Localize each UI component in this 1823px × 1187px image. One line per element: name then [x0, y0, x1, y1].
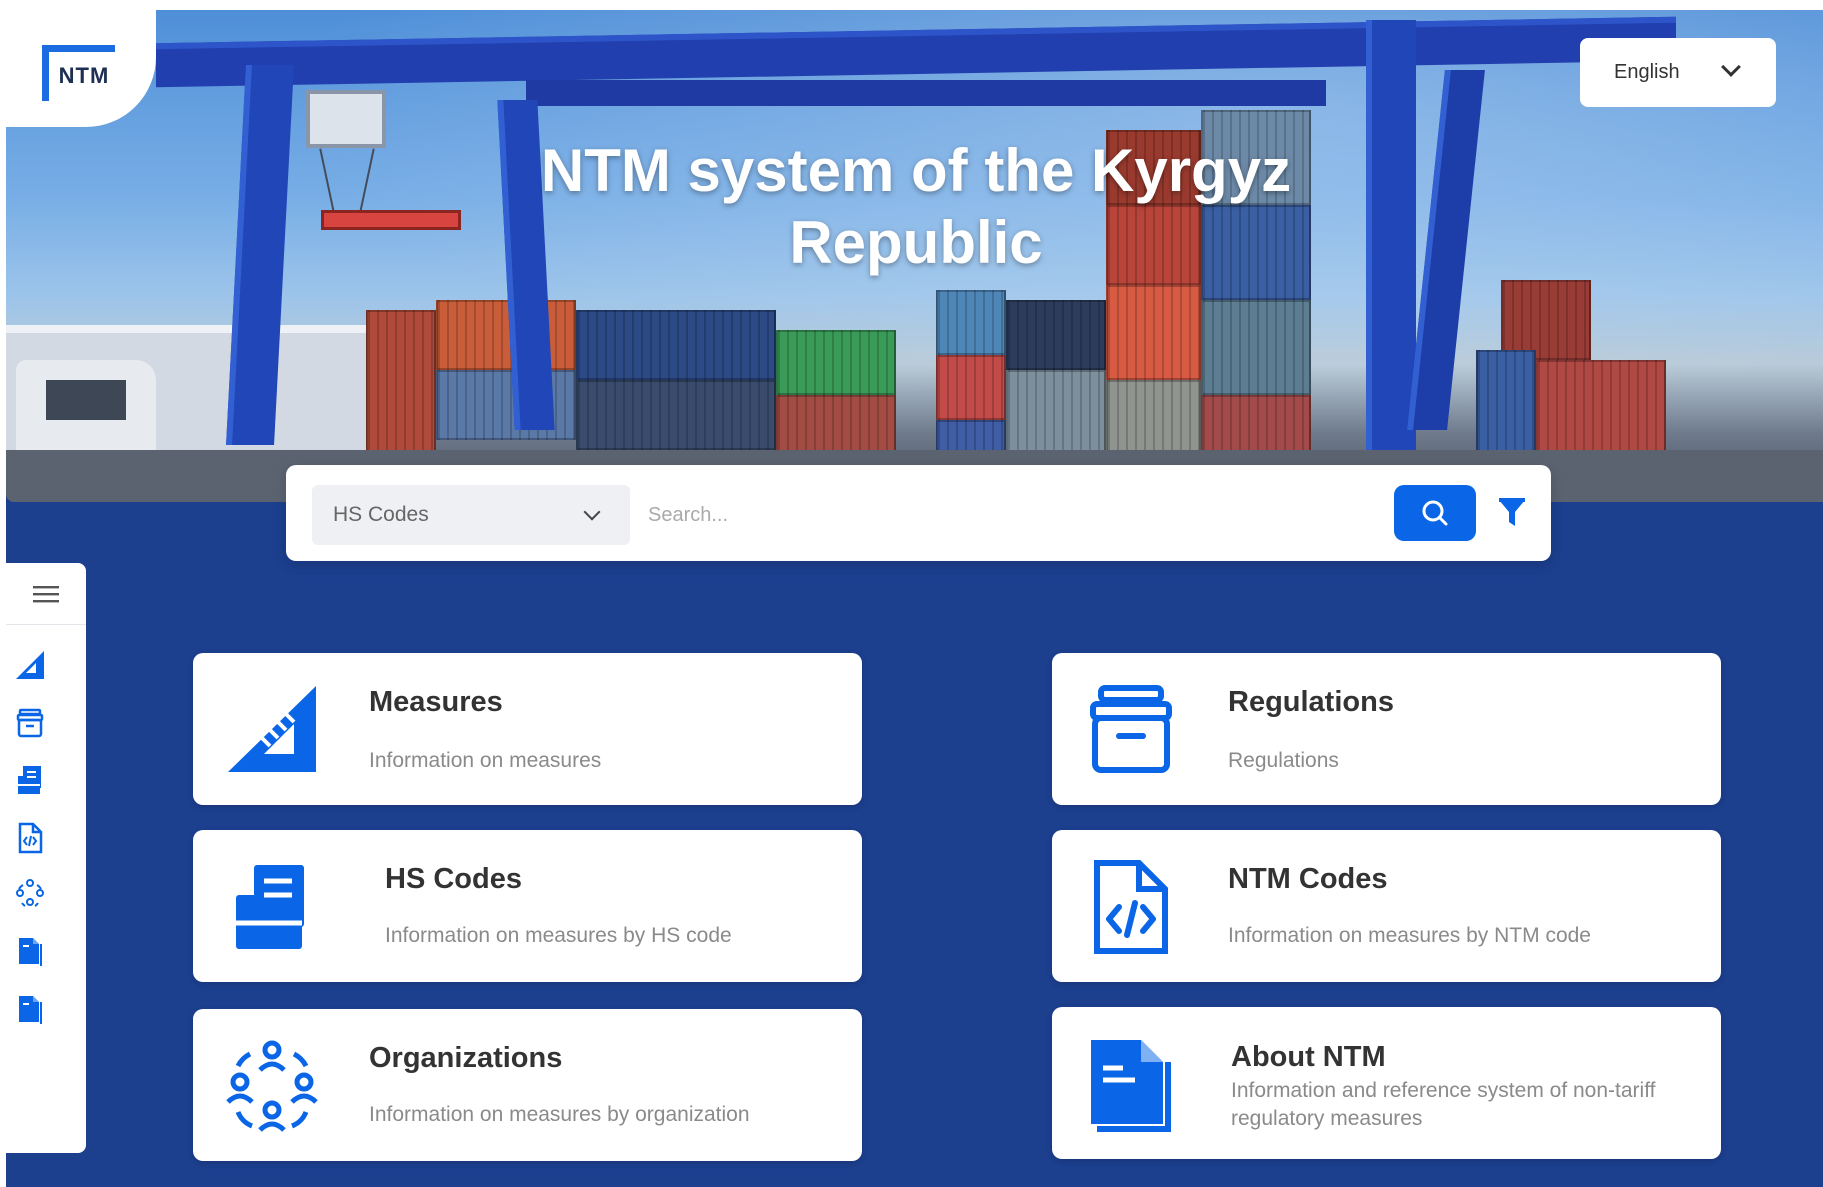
- container: [1536, 360, 1666, 460]
- hs-folder-icon: [236, 865, 304, 949]
- card-icon: [223, 858, 321, 956]
- truck-window: [46, 380, 126, 420]
- container: [366, 310, 436, 460]
- container: [436, 370, 576, 440]
- hero-banner: NTM system of the Kyrgyz Republic: [6, 10, 1823, 502]
- crane-cross-beam: [526, 80, 1326, 106]
- container: [436, 300, 576, 370]
- card-icon: [1082, 858, 1180, 956]
- card-icon: [1082, 681, 1180, 779]
- sidebar-item-organizations[interactable]: [14, 877, 46, 911]
- card-description: Information on measures by NTM code: [1228, 924, 1591, 947]
- card-hs-codes[interactable]: HS Codes Information on measures by HS c…: [193, 830, 862, 982]
- card-description: Information on measures by HS code: [385, 924, 732, 947]
- sidebar-item-about[interactable]: [14, 935, 46, 969]
- card-about-ntm[interactable]: About NTM Information and reference syst…: [1052, 1007, 1721, 1159]
- language-value: English: [1614, 61, 1680, 83]
- search-category-select[interactable]: HS Codes: [312, 485, 630, 545]
- card-measures[interactable]: Measures Information on measures: [193, 653, 862, 805]
- card-title: Organizations: [369, 1042, 563, 1074]
- archive-box-icon: [1090, 685, 1172, 773]
- container: [1201, 300, 1311, 395]
- chevron-down-icon: [1721, 57, 1741, 77]
- sidebar-item-regulations[interactable]: [14, 706, 46, 740]
- container: [576, 380, 776, 450]
- archive-box-icon: [16, 708, 44, 738]
- menu-button[interactable]: [6, 563, 86, 625]
- card-icon: [223, 681, 321, 779]
- search-input[interactable]: [648, 487, 1448, 543]
- card-organizations[interactable]: Organizations Information on measures by…: [193, 1009, 862, 1161]
- search-icon: [1422, 500, 1448, 526]
- card-icon: [1082, 1035, 1180, 1133]
- container: [1006, 300, 1106, 370]
- card-title: About NTM: [1231, 1041, 1386, 1073]
- container: [1476, 350, 1536, 460]
- container: [1501, 280, 1591, 360]
- code-file-icon: [1094, 860, 1168, 954]
- container: [1106, 380, 1201, 460]
- page: NTM system of the Kyrgyz Republic NTM En…: [6, 10, 1823, 1187]
- sidebar: [6, 563, 86, 1153]
- container: [1106, 285, 1201, 380]
- filter-icon: [1499, 498, 1525, 526]
- sidebar-item-hs-codes[interactable]: [14, 763, 46, 797]
- card-ntm-codes[interactable]: NTM Codes Information on measures by NTM…: [1052, 830, 1721, 982]
- ntm-logo[interactable]: NTM: [42, 45, 115, 101]
- page-title: NTM system of the Kyrgyz Republic: [436, 135, 1396, 279]
- hs-folder-icon: [18, 766, 41, 794]
- container: [776, 330, 896, 395]
- container: [576, 310, 776, 380]
- document-icon: [19, 938, 42, 966]
- card-description: Information on measures: [369, 749, 602, 772]
- search-bar: HS Codes: [286, 465, 1551, 561]
- container: [936, 355, 1006, 420]
- sidebar-item-measures[interactable]: [14, 648, 46, 682]
- card-description: Information on measures by organization: [369, 1103, 750, 1126]
- document-icon: [1091, 1040, 1171, 1132]
- title-line-1: NTM system of the Kyrgyz: [540, 137, 1292, 204]
- card-title: Regulations: [1228, 686, 1394, 718]
- crane-trolley: [306, 90, 386, 148]
- title-line-2: Republic: [789, 209, 1043, 276]
- card-icon: [223, 1037, 321, 1135]
- card-title: HS Codes: [385, 863, 522, 895]
- search-button[interactable]: [1394, 485, 1476, 541]
- sidebar-item-ntm-codes[interactable]: [14, 821, 46, 855]
- container: [1006, 370, 1106, 460]
- card-regulations[interactable]: Regulations Regulations: [1052, 653, 1721, 805]
- people-circle-icon: [226, 1040, 318, 1132]
- ruler-triangle-icon: [228, 686, 316, 772]
- container: [936, 290, 1006, 355]
- card-description: Information and reference system of non-…: [1231, 1079, 1656, 1130]
- card-description: Regulations: [1228, 749, 1339, 772]
- sidebar-item-documents[interactable]: [14, 993, 46, 1027]
- code-file-icon: [18, 822, 43, 854]
- people-circle-icon: [16, 879, 44, 907]
- card-title: Measures: [369, 686, 503, 718]
- card-title: NTM Codes: [1228, 863, 1388, 895]
- document-icon: [19, 996, 42, 1024]
- hamburger-icon: [33, 585, 59, 602]
- filter-button[interactable]: [1492, 489, 1532, 537]
- language-select[interactable]: English: [1580, 38, 1776, 107]
- search-category-value: HS Codes: [333, 503, 429, 526]
- chevron-down-icon: [583, 503, 601, 521]
- ruler-triangle-icon: [16, 651, 44, 679]
- logo-text: NTM: [58, 62, 110, 88]
